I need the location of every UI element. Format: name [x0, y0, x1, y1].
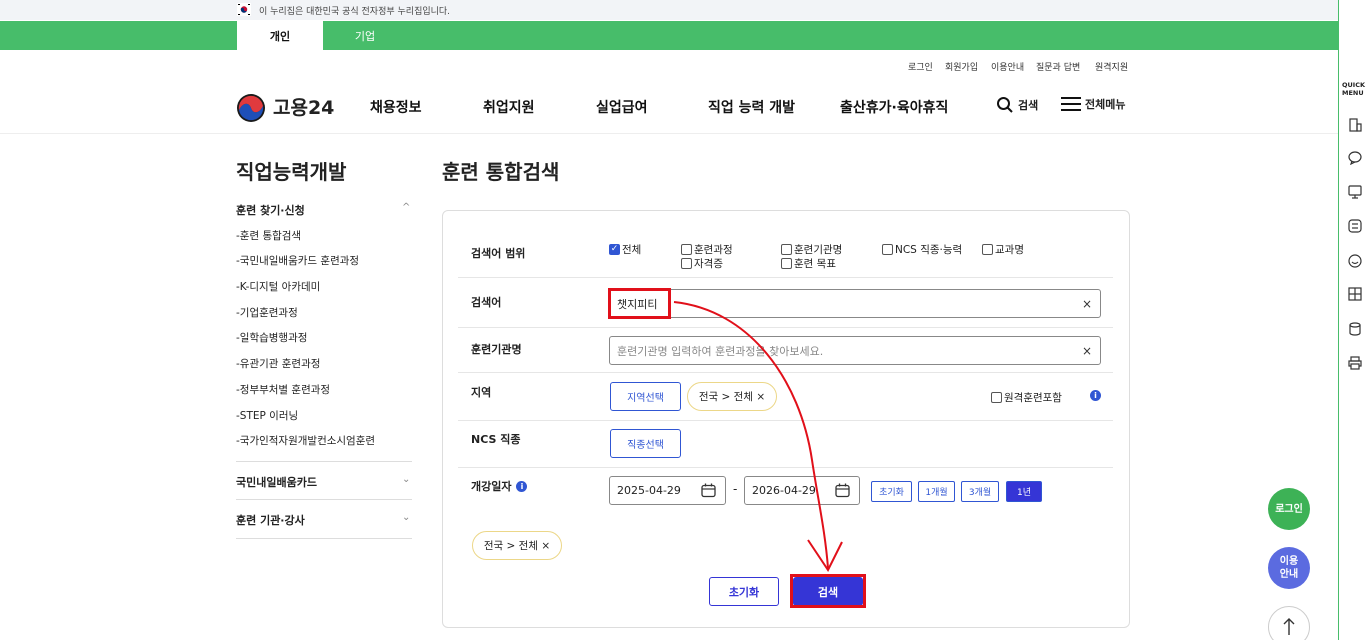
- arrow-up-icon: [1283, 618, 1295, 635]
- login-fab[interactable]: 로그인: [1268, 488, 1310, 530]
- grid-icon[interactable]: [1348, 287, 1362, 301]
- annotation-arrow-icon: [673, 301, 843, 572]
- printer-icon[interactable]: [1348, 356, 1362, 370]
- guide-fab[interactable]: 이용 안내: [1268, 547, 1310, 589]
- smile-icon[interactable]: [1348, 254, 1362, 268]
- quick-menu: QUICK MENU: [1338, 0, 1369, 640]
- building-icon[interactable]: [1348, 118, 1362, 132]
- chat-icon[interactable]: [1348, 151, 1362, 165]
- monitor-icon[interactable]: [1348, 185, 1362, 199]
- quick-menu-title: QUICK MENU: [1342, 81, 1366, 97]
- calculator-icon[interactable]: [1348, 219, 1362, 233]
- database-icon[interactable]: [1348, 322, 1362, 336]
- scroll-top-button[interactable]: [1268, 606, 1310, 640]
